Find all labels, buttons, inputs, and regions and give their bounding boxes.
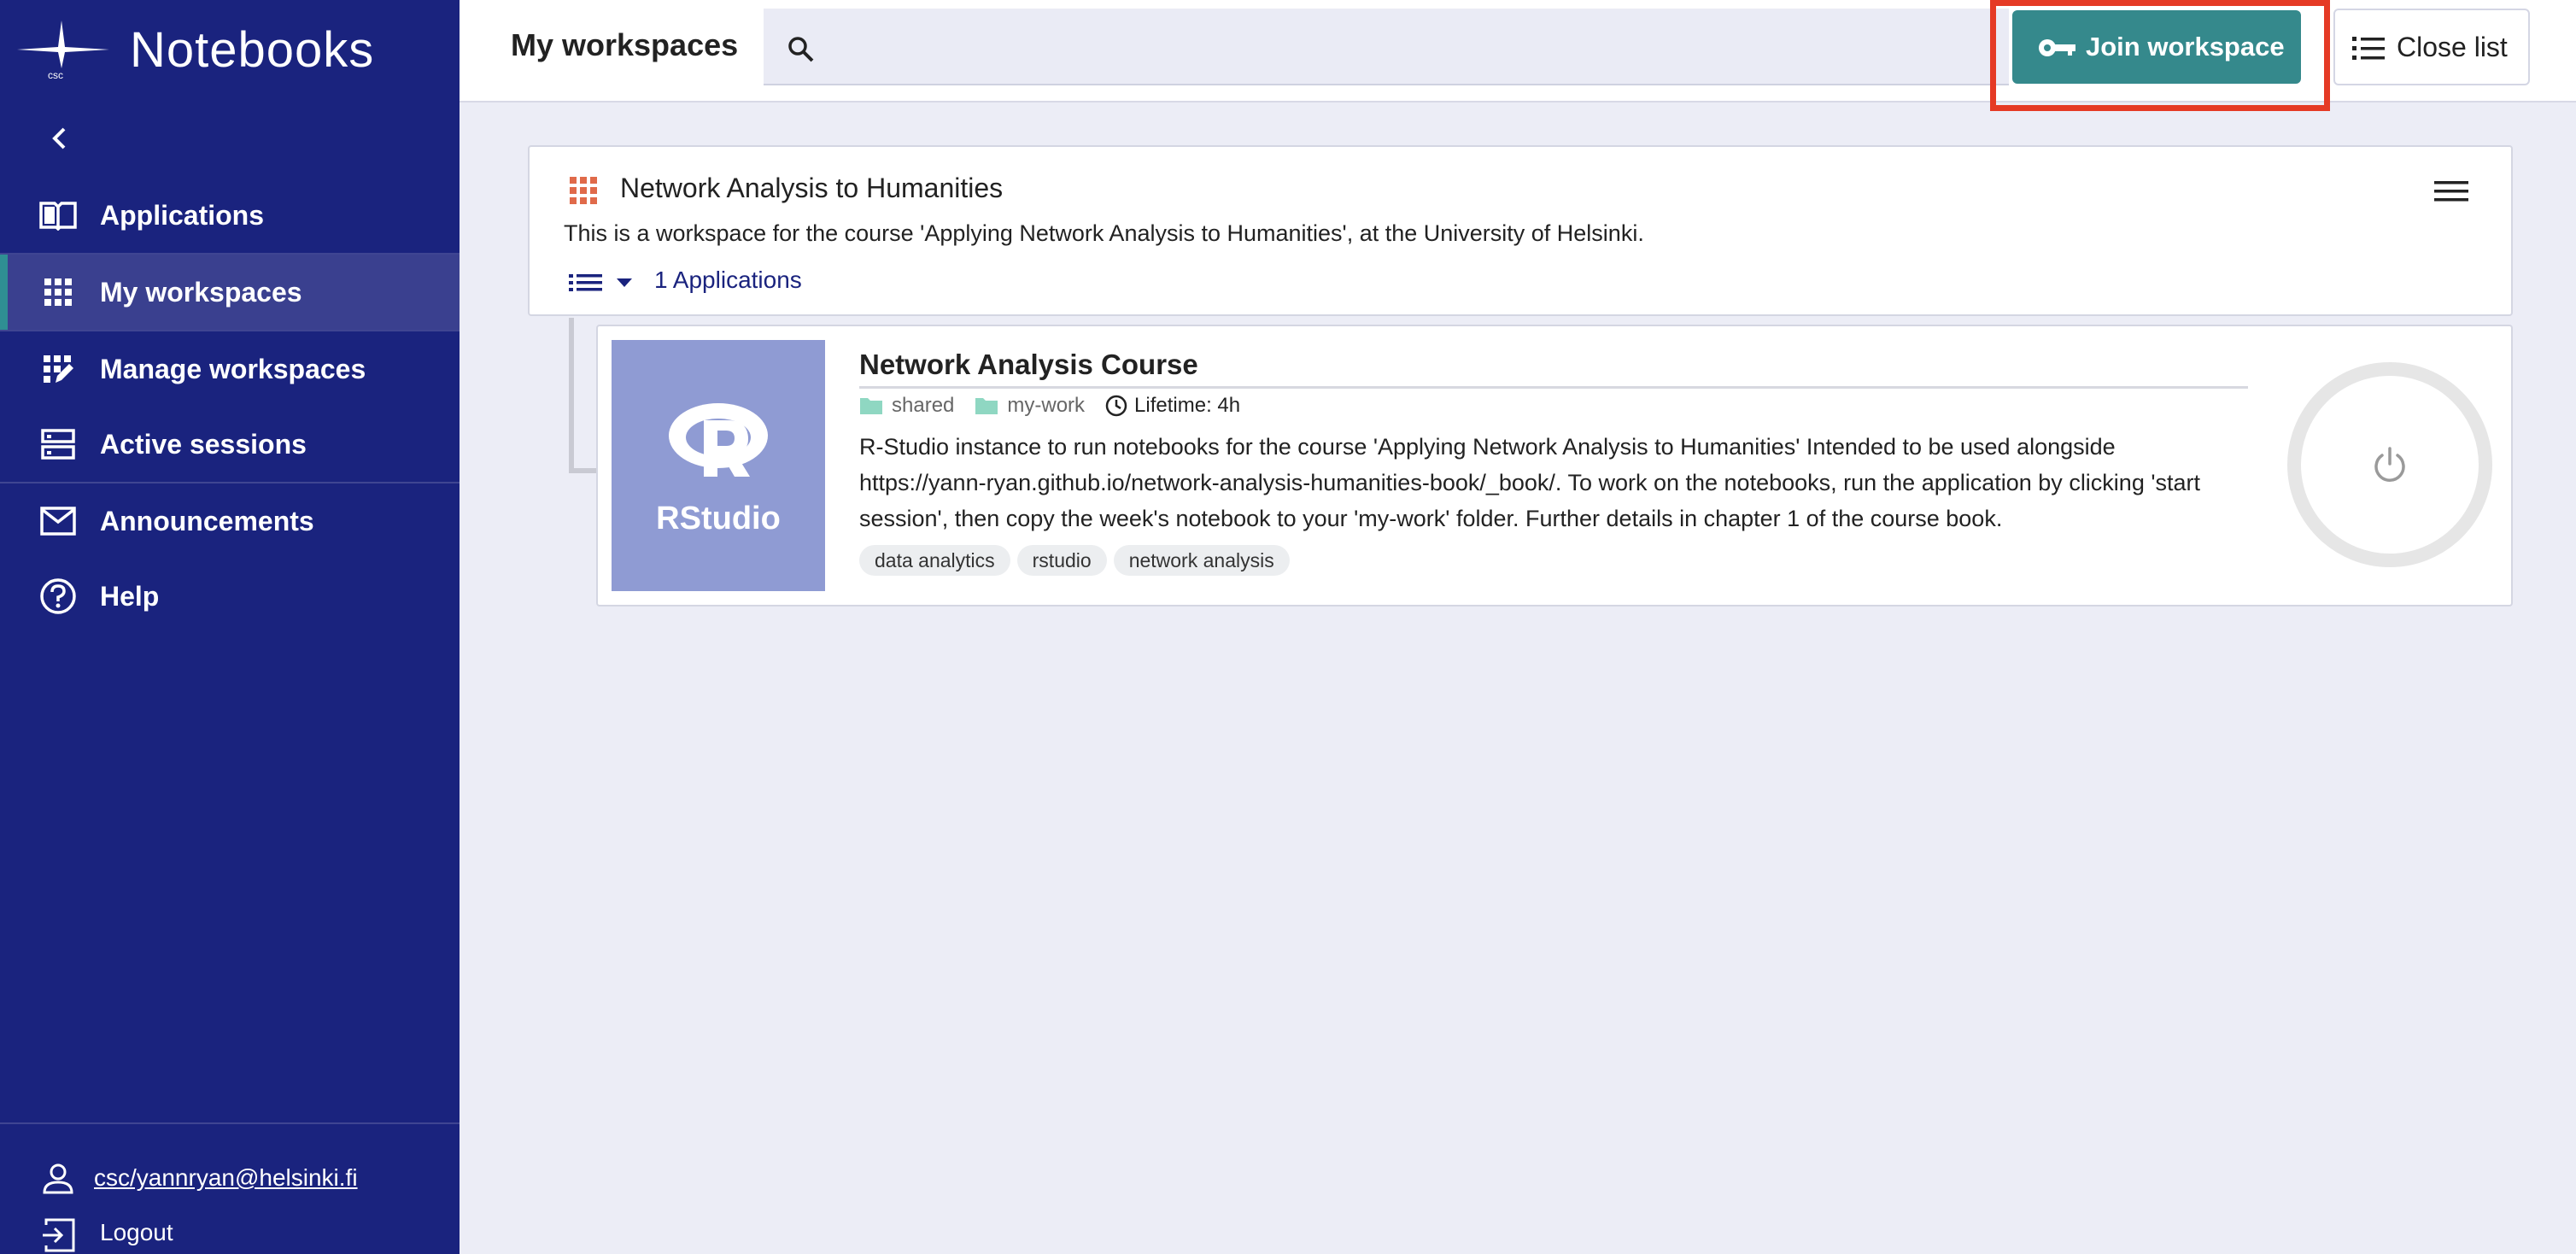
application-thumbnail[interactable]: RStudio [612,340,825,591]
search-icon [788,37,814,62]
sidebar-item-label: Announcements [100,505,314,536]
tag-list: data analytics rstudio network analysis [859,545,1297,576]
sidebar-item-label: Manage workspaces [100,353,366,384]
chevron-left-icon [52,127,66,149]
sidebar-item-label: Active sessions [100,428,307,460]
tree-connector [569,468,598,473]
tag: data analytics [859,545,1010,576]
divider [859,386,2248,389]
logout-icon [43,1218,75,1252]
brand[interactable]: csc Notebooks [17,21,410,80]
sidebar-item-applications[interactable]: Applications [0,178,460,253]
r-logo-icon [669,403,768,477]
sidebar-item-label: Applications [100,199,265,231]
csc-logo-icon: csc [17,21,109,80]
folder-icon [975,398,998,414]
meta-folder-label: my-work [1007,394,1086,417]
sidebar-item-help[interactable]: Help [0,559,460,634]
start-session-button[interactable] [2287,362,2492,567]
page-title: My workspaces [511,27,739,62]
logout-label: Logout [100,1219,173,1245]
user-icon [43,1163,73,1194]
book-icon [39,198,77,232]
collapse-sidebar-button[interactable] [43,121,77,155]
sidebar-item-manage-workspaces[interactable]: Manage workspaces [0,331,460,407]
applications-count-link[interactable]: 1 Applications [654,267,802,294]
sidebar-nav: Applications My workspaces Manage worksp… [0,178,460,634]
server-icon [39,427,77,461]
lifetime-label: Lifetime: 4h [1134,394,1241,417]
application-title: Network Analysis Course [859,349,1198,380]
sidebar-item-active-sessions[interactable]: Active sessions [0,407,460,482]
thumbnail-label: RStudio [656,501,781,536]
logo-text: csc [48,69,63,80]
meta-folder-my-work: my-work [975,394,1085,418]
brand-name: Notebooks [130,22,375,78]
clock-icon [1105,395,1127,417]
search-box[interactable] [764,9,2009,85]
search-input[interactable] [835,24,1980,70]
divider [0,1122,460,1124]
close-list-button[interactable]: Close list [2333,9,2530,85]
grid-icon [39,275,77,309]
join-workspace-button[interactable]: Join workspace [2012,10,2301,84]
application-meta: shared my-work Lifetime: 4h [859,391,1261,420]
sidebar-item-label: My workspaces [100,276,302,308]
meta-lifetime: Lifetime: 4h [1105,394,1240,418]
join-workspace-label: Join workspace [2086,32,2285,62]
list-toggle-icon[interactable] [567,268,639,297]
close-list-label: Close list [2397,31,2508,62]
sidebar: csc Notebooks Applications My workspaces… [0,0,460,1254]
application-description: R-Studio instance to run notebooks for t… [859,434,2201,531]
sidebar-item-my-workspaces[interactable]: My workspaces [0,255,460,330]
list-icon [2352,37,2385,60]
hamburger-menu-icon[interactable] [2433,176,2470,207]
key-icon [2039,39,2075,56]
workspace-grid-icon [570,177,597,204]
user-row: csc/yannryan@helsinki.fi [0,1157,460,1199]
mail-icon [39,504,77,538]
meta-folder-label: shared [892,394,955,417]
sidebar-item-label: Help [100,580,160,612]
help-circle-icon [39,578,77,614]
logout-button[interactable]: Logout [0,1211,460,1254]
workspace-title: Network Analysis to Humanities [620,173,1004,203]
user-account-link[interactable]: csc/yannryan@helsinki.fi [94,1164,358,1192]
workspace-card: Network Analysis to Humanities This is a… [528,145,2513,316]
application-card: RStudio Network Analysis Course shared m… [596,325,2513,606]
tag: rstudio [1016,545,1107,576]
folder-icon [860,398,882,414]
power-icon [2374,447,2405,482]
grid-edit-icon [39,352,77,386]
meta-folder-shared: shared [859,394,954,418]
sidebar-item-announcements[interactable]: Announcements [0,483,460,559]
tree-connector [569,318,574,472]
tag: network analysis [1113,545,1290,576]
workspace-description: This is a workspace for the course 'Appl… [564,220,1644,246]
sidebar-footer: csc/yannryan@helsinki.fi Logout [0,1122,460,1252]
